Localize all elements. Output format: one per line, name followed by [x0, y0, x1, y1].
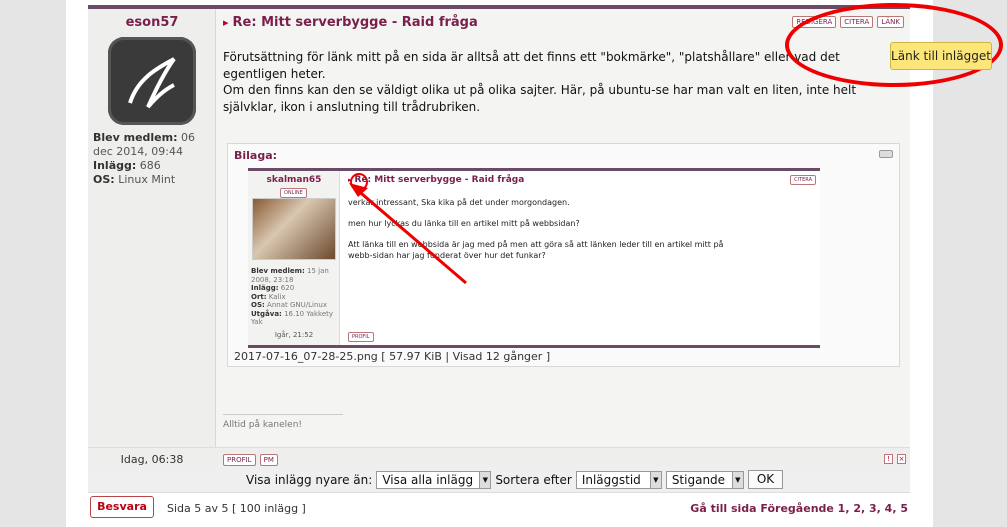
footer-buttons: PROFIL PM [223, 454, 278, 466]
ok-button[interactable]: OK [747, 470, 784, 489]
post-content: ▸ Re: Mitt serverbygge - Raid fråga REDIG… [217, 9, 910, 447]
shot-username: skalman65 [266, 175, 322, 185]
post-link-icon[interactable]: ▸ [223, 16, 229, 29]
footer-right-icons: ! × [884, 454, 906, 464]
order-select[interactable]: Stigande ▼ [665, 470, 744, 489]
attachment-filename[interactable]: 2017-07-16_07-28-25.png [ 57.97 KiB | Vi… [234, 350, 550, 363]
shot-cite-button: CITERA [790, 175, 816, 185]
signature: Alltid på kanelen! [223, 414, 343, 430]
profile-button[interactable]: PROFIL [223, 454, 256, 466]
attachment-label: Bilaga: [234, 149, 278, 162]
filter-label: Visa inlägg nyare än: [246, 472, 373, 487]
sort-select[interactable]: Inläggstid ▼ [575, 470, 662, 489]
delete-icon[interactable]: × [897, 454, 906, 464]
sort-label: Sortera efter [495, 472, 572, 487]
forum-post: eson57 Blev medlem: 06 dec 2014, 09:44 I… [88, 5, 910, 470]
post-time: Idag, 06:38 [120, 453, 184, 466]
report-icon[interactable]: ! [884, 454, 893, 464]
post-username[interactable]: eson57 [88, 15, 216, 30]
shot-user-info: Blev medlem: 15 jan 2008, 23:18 Inlägg: … [251, 267, 334, 326]
pagination[interactable]: Gå till sida Föregående 1, 2, 3, 4, 5 [690, 502, 908, 515]
shot-title: ▸ Re: Mitt serverbygge - Raid fråga [348, 175, 525, 185]
attachment-box: Bilaga: skalman65 ONLINE Blev medlem: 15… [227, 143, 900, 367]
link-tooltip: Länk till inlägget [890, 42, 992, 70]
shot-author-panel: skalman65 ONLINE Blev medlem: 15 jan 200… [248, 171, 340, 345]
chevron-down-icon: ▼ [649, 471, 661, 488]
user-info: Blev medlem: 06 dec 2014, 09:44 Inlägg: … [93, 131, 196, 186]
avatar [108, 37, 196, 125]
collapse-icon[interactable] [879, 150, 893, 158]
shot-body: verkar intressant, Ska kika på det under… [348, 198, 724, 260]
pm-button[interactable]: PM [259, 454, 278, 466]
bottom-bar: Besvara Sida 5 av 5 [ 100 inlägg ] Gå ti… [88, 496, 910, 522]
page-count: Sida 5 av 5 [ 100 inlägg ] [167, 502, 306, 515]
reply-button[interactable]: Besvara [90, 496, 154, 518]
attached-screenshot[interactable]: skalman65 ONLINE Blev medlem: 15 jan 200… [248, 168, 820, 348]
shot-avatar [252, 198, 336, 260]
shot-profile-button: PROFIL [348, 332, 374, 342]
post-title[interactable]: ▸ Re: Mitt serverbygge - Raid fråga [223, 15, 478, 30]
shot-online-badge: ONLINE [280, 188, 307, 198]
post-author-panel: eson57 Blev medlem: 06 dec 2014, 09:44 I… [88, 9, 216, 447]
sort-bar: Visa inlägg nyare än: Visa alla inlägg ▼ … [88, 466, 910, 493]
filter-select[interactable]: Visa alla inlägg ▼ [376, 470, 492, 489]
chevron-down-icon: ▼ [731, 471, 743, 488]
shot-time: Igår, 21:52 [274, 331, 314, 339]
chevron-down-icon: ▼ [479, 471, 491, 488]
